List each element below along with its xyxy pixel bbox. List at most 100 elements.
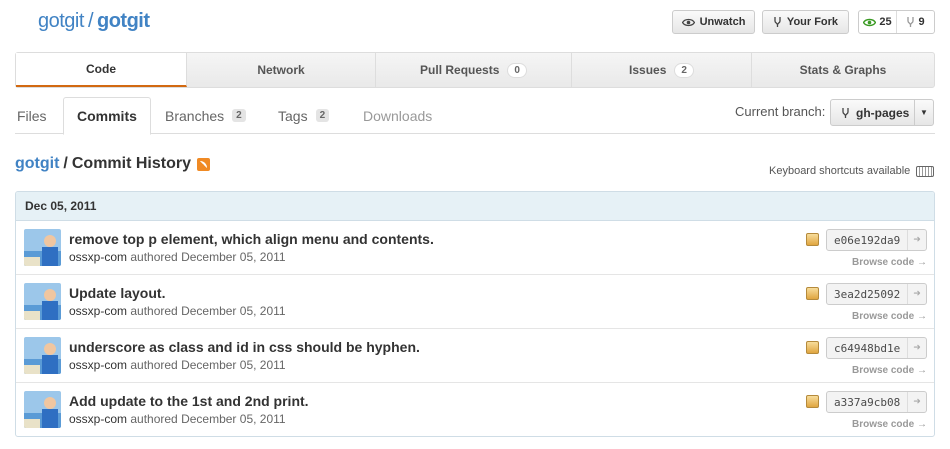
browse-code-link[interactable]: Browse code →	[852, 419, 927, 430]
commit-group: Dec 05, 2011 remove top p element, which…	[15, 191, 935, 437]
arrow-right-icon: →	[917, 311, 927, 322]
tags-count: 2	[315, 109, 330, 122]
pull-requests-count: 0	[507, 62, 527, 78]
tab-pull-requests[interactable]: Pull Requests 0	[376, 53, 572, 87]
arrow-right-icon: →	[917, 257, 927, 268]
commit-verb: authored	[130, 250, 178, 264]
commit-row: remove top p element, which align menu a…	[16, 221, 934, 275]
browse-code-label: Browse code	[851, 257, 915, 268]
commit-sha-button[interactable]: 3ea2d25092 ➜	[826, 283, 927, 305]
arrow-right-icon: ➜	[907, 392, 926, 412]
page-title: gotgit / Commit History	[15, 155, 210, 173]
commit-author-link[interactable]: ossxp-com	[69, 412, 127, 426]
tab-label: Stats & Graphs	[799, 63, 887, 77]
watchers-count[interactable]: 25	[859, 11, 896, 33]
commit-message-link[interactable]: remove top p element, which align menu a…	[69, 231, 434, 247]
commit-group-date: Dec 05, 2011	[16, 192, 934, 221]
commit-verb: authored	[130, 304, 178, 318]
subnav-commits[interactable]: Commits	[63, 97, 151, 135]
issues-count: 2	[674, 62, 694, 78]
unwatch-button[interactable]: Unwatch	[672, 10, 755, 34]
chevron-down-icon: ▼	[914, 100, 933, 125]
branch-selector[interactable]: gh-pages ▼	[830, 99, 934, 126]
fork-icon	[774, 17, 781, 27]
tab-code[interactable]: Code	[16, 53, 187, 87]
fork-icon	[907, 17, 915, 27]
commit-row: underscore as class and id in css should…	[16, 329, 934, 383]
tab-stats-graphs[interactable]: Stats & Graphs	[752, 53, 934, 87]
subnav-label: Files	[17, 107, 47, 124]
keyboard-shortcuts-link[interactable]: Keyboard shortcuts available	[769, 165, 935, 177]
commit-meta: ossxp-com authored December 05, 2011	[69, 358, 286, 372]
commit-author-link[interactable]: ossxp-com	[69, 250, 127, 264]
keyboard-shortcuts-label: Keyboard shortcuts available	[769, 165, 911, 177]
history-title: Commit History	[71, 155, 191, 172]
avatar[interactable]	[24, 229, 61, 266]
commit-meta: ossxp-com authored December 05, 2011	[69, 412, 286, 426]
copy-sha-icon[interactable]	[806, 341, 819, 354]
browse-code-link[interactable]: Browse code →	[852, 311, 927, 322]
repo-tabs: Code Network Pull Requests 0 Issues 2 Stat…	[15, 52, 935, 88]
browse-code-label: Browse code	[851, 365, 915, 376]
browse-code-label: Browse code	[851, 311, 915, 322]
commit-message-link[interactable]: Add update to the 1st and 2nd print.	[69, 393, 309, 409]
tab-issues[interactable]: Issues 2	[572, 53, 752, 87]
commit-date: December 05, 2011	[181, 304, 286, 318]
tab-label: Pull Requests	[420, 63, 500, 77]
subnav-label: Commits	[77, 108, 137, 124]
commit-date: December 05, 2011	[181, 358, 286, 372]
forks-number: 9	[918, 16, 925, 28]
history-owner-link[interactable]: gotgit	[15, 155, 59, 173]
subnav-files[interactable]: Files	[17, 97, 47, 134]
commit-meta: ossxp-com authored December 05, 2011	[69, 304, 286, 318]
your-fork-label: Your Fork	[786, 16, 839, 28]
commit-message-link[interactable]: Update layout.	[69, 285, 165, 301]
commit-meta: ossxp-com authored December 05, 2011	[69, 250, 286, 264]
commit-date: December 05, 2011	[181, 412, 286, 426]
repo-name-link[interactable]: gotgit	[97, 10, 150, 32]
social-counts: 25 9	[858, 10, 935, 34]
avatar[interactable]	[24, 337, 61, 374]
copy-sha-icon[interactable]	[806, 233, 819, 246]
repo-owner-link[interactable]: gotgit	[38, 10, 84, 32]
copy-sha-icon[interactable]	[806, 395, 819, 408]
arrow-right-icon: →	[917, 365, 927, 376]
commit-verb: authored	[130, 412, 178, 426]
branch-icon	[842, 107, 849, 118]
subnav-downloads[interactable]: Downloads	[363, 97, 432, 134]
avatar[interactable]	[24, 391, 61, 428]
repo-title: gotgit / gotgit	[38, 10, 150, 33]
commit-sha: a337a9cb08	[834, 395, 901, 409]
subnav-branches[interactable]: Branches 2	[165, 97, 246, 134]
branch-name: gh-pages	[856, 105, 910, 120]
commit-author-link[interactable]: ossxp-com	[69, 358, 127, 372]
subnav-tags[interactable]: Tags 2	[278, 97, 330, 134]
commit-message-link[interactable]: underscore as class and id in css should…	[69, 339, 420, 355]
subnav-label: Tags	[278, 107, 308, 124]
tab-label: Issues	[629, 63, 667, 77]
arrow-right-icon: →	[917, 419, 927, 430]
commit-sha-button[interactable]: a337a9cb08 ➜	[826, 391, 927, 413]
arrow-right-icon: ➜	[907, 338, 926, 358]
rss-icon[interactable]	[197, 157, 210, 171]
arrow-right-icon: ➜	[907, 284, 926, 304]
browse-code-link[interactable]: Browse code →	[852, 257, 927, 268]
keyboard-icon	[916, 165, 935, 177]
commit-author-link[interactable]: ossxp-com	[69, 304, 127, 318]
arrow-right-icon: ➜	[907, 230, 926, 250]
tab-network[interactable]: Network	[187, 53, 376, 87]
your-fork-button[interactable]: Your Fork	[762, 10, 849, 34]
commit-date: December 05, 2011	[181, 250, 286, 264]
forks-count[interactable]: 9	[896, 11, 934, 33]
commit-row: Add update to the 1st and 2nd print. oss…	[16, 383, 934, 436]
tab-label: Network	[257, 63, 305, 77]
eye-icon	[863, 18, 877, 26]
subnav-label: Branches	[165, 107, 225, 124]
avatar[interactable]	[24, 283, 61, 320]
copy-sha-icon[interactable]	[806, 287, 819, 300]
repo-separator: /	[87, 10, 94, 32]
browse-code-link[interactable]: Browse code →	[852, 365, 927, 376]
commit-sha-button[interactable]: e06e192da9 ➜	[826, 229, 927, 251]
commit-sha-button[interactable]: c64948bd1e ➜	[826, 337, 927, 359]
eye-icon	[681, 18, 695, 26]
